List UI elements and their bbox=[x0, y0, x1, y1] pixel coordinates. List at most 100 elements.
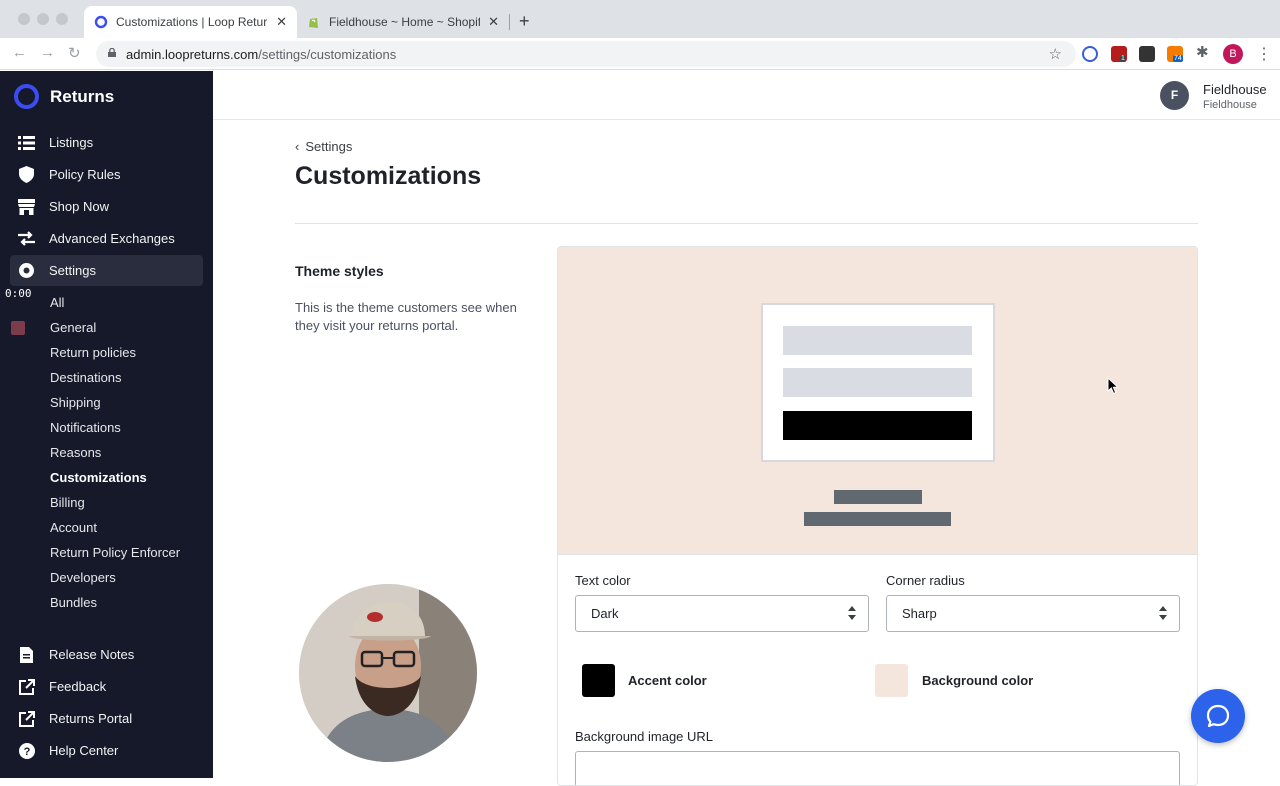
tab-title: Fieldhouse ~ Home ~ Shopify bbox=[329, 15, 481, 29]
preview-accent-bar bbox=[783, 411, 972, 440]
browser-tab-strip: Customizations | Loop Returns ✕ Fieldhou… bbox=[0, 0, 1280, 38]
account-name[interactable]: Fieldhouse bbox=[1203, 82, 1267, 97]
text-color-value: Dark bbox=[591, 606, 619, 621]
puzzle-extensions-icon[interactable]: ✱ bbox=[1196, 43, 1209, 61]
help-chat-button[interactable] bbox=[1191, 689, 1245, 743]
corner-radius-label: Corner radius bbox=[886, 573, 965, 588]
preview-stand-base bbox=[804, 512, 951, 526]
ublock-extension-icon[interactable]: 1 bbox=[1111, 46, 1127, 62]
browser-tab-loop[interactable]: Customizations | Loop Returns ✕ bbox=[84, 6, 297, 38]
external-link-icon bbox=[18, 710, 35, 727]
settings-subitem-developers[interactable]: Developers bbox=[50, 570, 116, 585]
sidebar-item-returns-portal[interactable]: Returns Portal bbox=[10, 703, 203, 734]
sidebar-item-advanced-exchanges[interactable]: Advanced Exchanges bbox=[10, 223, 203, 254]
sidebar-item-settings[interactable]: Settings bbox=[10, 255, 203, 286]
sidebar-item-listings[interactable]: Listings bbox=[10, 127, 203, 158]
brand-name: Returns bbox=[50, 86, 115, 106]
minimize-window-dot[interactable] bbox=[37, 13, 49, 25]
sidebar-item-label: Returns Portal bbox=[49, 711, 133, 726]
webcam-overlay bbox=[299, 584, 477, 762]
url-text: admin.loopreturns.com/settings/customiza… bbox=[126, 47, 396, 62]
svg-text:?: ? bbox=[23, 746, 30, 758]
sidebar-item-help-center[interactable]: ? Help Center bbox=[10, 735, 203, 766]
reload-icon[interactable]: ↻ bbox=[68, 44, 81, 62]
password-manager-extension-icon[interactable] bbox=[1082, 46, 1098, 62]
settings-subitem-billing[interactable]: Billing bbox=[50, 495, 85, 510]
preview-monitor bbox=[761, 303, 995, 462]
text-color-select[interactable]: Dark bbox=[575, 595, 869, 632]
brand[interactable]: Returns bbox=[14, 84, 114, 109]
mouse-cursor-icon bbox=[1107, 377, 1119, 395]
loop-logo-icon bbox=[14, 84, 39, 109]
sidebar-item-label: Release Notes bbox=[49, 647, 135, 662]
settings-subitem-notifications[interactable]: Notifications bbox=[50, 420, 121, 435]
settings-subitem-general[interactable]: General bbox=[50, 320, 96, 335]
background-image-url-input[interactable] bbox=[575, 751, 1180, 785]
breadcrumb-back-settings[interactable]: ‹ Settings bbox=[295, 139, 352, 154]
presenter-portrait bbox=[299, 584, 477, 762]
browser-toolbar: ← → ↻ admin.loopreturns.com/settings/cus… bbox=[0, 38, 1280, 70]
preview-stand-neck bbox=[834, 490, 922, 504]
divider bbox=[295, 223, 1198, 224]
sidebar-item-label: Help Center bbox=[49, 743, 119, 758]
store-icon bbox=[18, 198, 35, 215]
preview-bar bbox=[783, 368, 972, 397]
select-arrows-icon bbox=[1159, 606, 1167, 620]
bookmark-star-icon[interactable]: ☆ bbox=[1049, 45, 1062, 63]
sidebar-item-release-notes[interactable]: Release Notes bbox=[10, 639, 203, 670]
select-arrows-icon bbox=[848, 606, 856, 620]
sidebar-item-shop-now[interactable]: Shop Now bbox=[10, 191, 203, 222]
sidebar-item-feedback[interactable]: Feedback bbox=[10, 671, 203, 702]
tab-title: Customizations | Loop Returns bbox=[116, 15, 269, 29]
settings-subitem-all[interactable]: All bbox=[50, 295, 64, 310]
close-tab-icon[interactable]: ✕ bbox=[488, 14, 499, 30]
page-title: Customizations bbox=[295, 162, 482, 190]
exchange-arrows-icon bbox=[18, 230, 35, 247]
background-image-url-label: Background image URL bbox=[575, 729, 714, 744]
external-link-icon bbox=[18, 678, 35, 695]
address-bar[interactable]: admin.loopreturns.com/settings/customiza… bbox=[96, 41, 1076, 67]
close-tab-icon[interactable]: ✕ bbox=[276, 14, 287, 30]
document-icon bbox=[18, 646, 35, 663]
settings-subitem-return-policy-enforcer[interactable]: Return Policy Enforcer bbox=[50, 545, 180, 560]
sidebar-item-policy-rules[interactable]: Policy Rules bbox=[10, 159, 203, 190]
browser-profile-avatar[interactable]: B bbox=[1223, 44, 1243, 64]
background-color-swatch[interactable] bbox=[875, 664, 908, 697]
close-window-dot[interactable] bbox=[18, 13, 30, 25]
breadcrumb-label: Settings bbox=[305, 139, 353, 154]
settings-subitem-destinations[interactable]: Destinations bbox=[50, 370, 122, 385]
recording-stop-icon[interactable] bbox=[11, 321, 25, 335]
settings-subitem-shipping[interactable]: Shipping bbox=[50, 395, 101, 410]
background-color-label: Background color bbox=[922, 673, 1034, 688]
corner-radius-select[interactable]: Sharp bbox=[886, 595, 1180, 632]
settings-subitem-reasons[interactable]: Reasons bbox=[50, 445, 101, 460]
browser-tab-shopify[interactable]: Fieldhouse ~ Home ~ Shopify ✕ bbox=[297, 6, 509, 38]
chevron-left-icon: ‹ bbox=[295, 139, 300, 154]
extension-badge: 74 bbox=[1173, 55, 1183, 62]
extension-icon[interactable] bbox=[1139, 46, 1155, 62]
corner-radius-value: Sharp bbox=[902, 606, 937, 621]
avatar[interactable]: F bbox=[1160, 81, 1189, 110]
theme-preview bbox=[558, 247, 1197, 555]
list-icon bbox=[18, 134, 35, 151]
preview-bar bbox=[783, 326, 972, 355]
new-tab-icon[interactable]: + bbox=[519, 11, 530, 32]
lock-icon bbox=[108, 48, 116, 57]
accent-color-swatch[interactable] bbox=[582, 664, 615, 697]
forward-arrow-icon[interactable]: → bbox=[40, 44, 55, 61]
shopify-favicon-icon bbox=[309, 18, 318, 28]
settings-subitem-return-policies[interactable]: Return policies bbox=[50, 345, 136, 360]
settings-subitem-account[interactable]: Account bbox=[50, 520, 97, 535]
sidebar-item-label: Listings bbox=[49, 135, 94, 150]
accent-color-label: Accent color bbox=[628, 673, 707, 688]
settings-subitem-customizations[interactable]: Customizations bbox=[50, 470, 147, 485]
help-circle-icon: ? bbox=[18, 742, 35, 759]
loop-favicon-icon bbox=[94, 15, 108, 29]
recording-timer: 0:00 bbox=[5, 287, 32, 300]
extension-icon[interactable]: 74 bbox=[1167, 46, 1183, 62]
browser-menu-icon[interactable]: ⋮ bbox=[1256, 44, 1272, 64]
back-arrow-icon[interactable]: ← bbox=[12, 44, 27, 61]
settings-subitem-bundles[interactable]: Bundles bbox=[50, 595, 97, 610]
maximize-window-dot[interactable] bbox=[56, 13, 68, 25]
url-path: /settings/customizations bbox=[258, 47, 397, 62]
